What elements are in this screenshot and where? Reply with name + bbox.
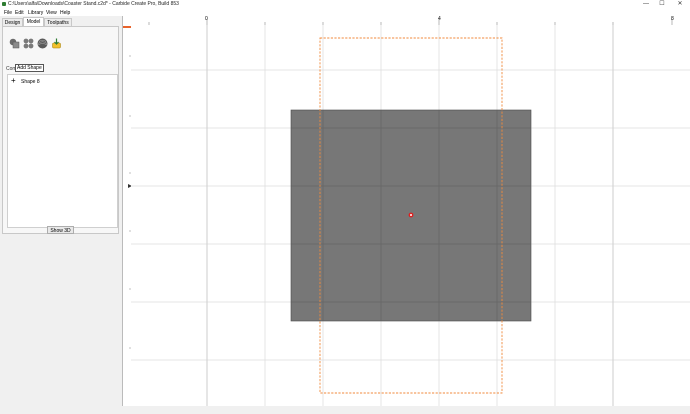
ruler-label-4: 4 — [438, 16, 441, 22]
expand-plus-icon[interactable]: + — [11, 77, 16, 85]
maximize-button[interactable]: ☐ — [656, 0, 668, 9]
minimize-button[interactable]: — — [640, 0, 652, 9]
carbide-app-icon — [2, 2, 6, 6]
tree-item-label: Shape 8 — [21, 79, 40, 85]
ruler-label-8: 8 — [671, 16, 674, 22]
close-button[interactable]: ✕ — [674, 0, 686, 9]
status-bar — [0, 406, 690, 414]
left-panel: Design Model Toolpaths Com Add Shape + S… — [0, 16, 121, 414]
component-icon[interactable] — [23, 38, 34, 49]
model-panel: Com Add Shape + Shape 8 — [2, 26, 119, 234]
add-shape-tooltip: Add Shape — [15, 64, 44, 72]
window-title: C:\Users\alfa\Downloads\Coaster Stand.c2… — [8, 1, 179, 7]
ruler-label-0: 0 — [205, 16, 208, 22]
menu-bar: File Edit Library View Help — [0, 9, 690, 16]
texture-sphere-icon[interactable] — [37, 38, 48, 49]
title-bar: C:\Users\alfa\Downloads\Coaster Stand.c2… — [0, 0, 690, 9]
add-shape-icon[interactable] — [9, 38, 20, 49]
tab-toolpaths[interactable]: Toolpaths — [44, 18, 72, 26]
tab-design[interactable]: Design — [2, 18, 23, 26]
import-model-icon[interactable] — [51, 38, 62, 49]
tab-model[interactable]: Model — [23, 17, 44, 26]
component-tree: + Shape 8 — [7, 74, 118, 228]
design-canvas[interactable] — [131, 25, 690, 406]
origin-marker — [408, 212, 414, 218]
show-3d-button[interactable]: Show 3D — [47, 226, 74, 234]
